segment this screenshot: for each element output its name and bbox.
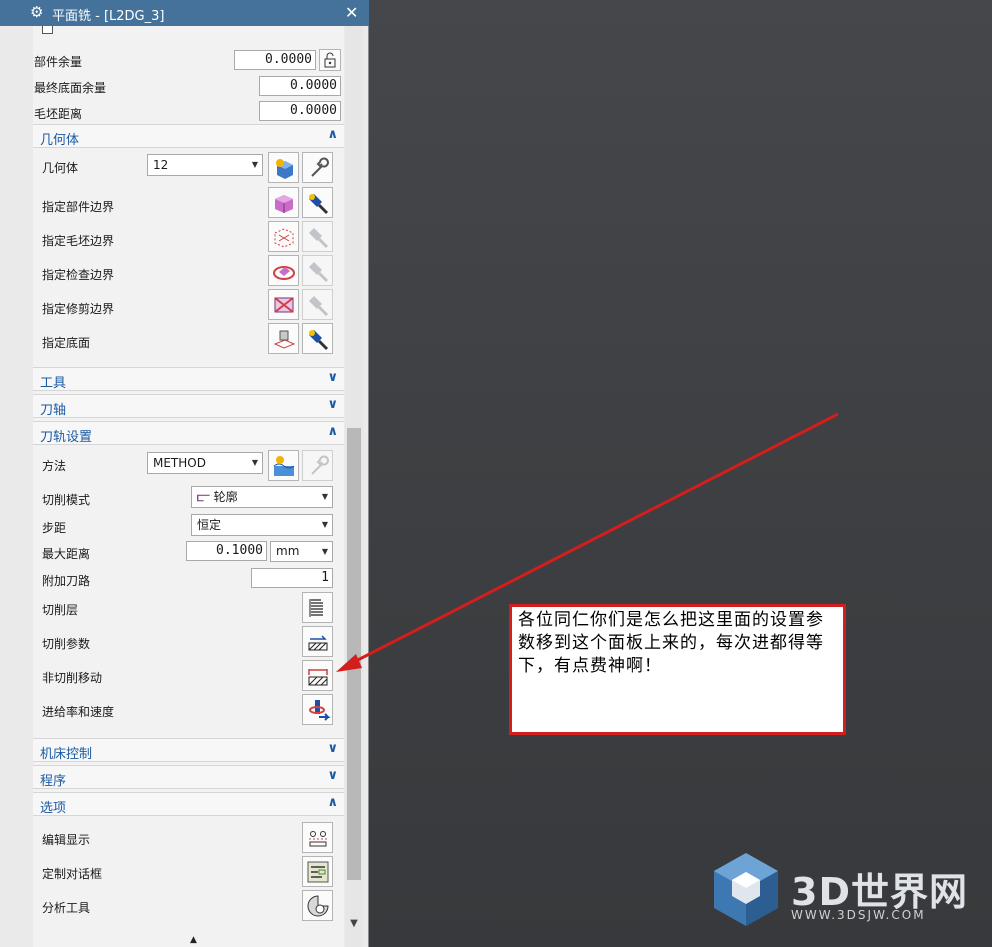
- watermark-url: WWW.3DSJW.COM: [791, 908, 926, 922]
- watermark-logo: 3D世界网 WWW.3DSJW.COM: [708, 850, 978, 930]
- annotation-arrow: [336, 412, 839, 672]
- cube-logo-icon: [714, 853, 778, 926]
- annotation-callout: 各位同仁你们是怎么把这里面的设置参数移到这个面板上来的，每次进都得等下，有点费神…: [509, 604, 846, 735]
- annotation-text: 各位同仁你们是怎么把这里面的设置参数移到这个面板上来的，每次进都得等下，有点费神…: [518, 610, 824, 676]
